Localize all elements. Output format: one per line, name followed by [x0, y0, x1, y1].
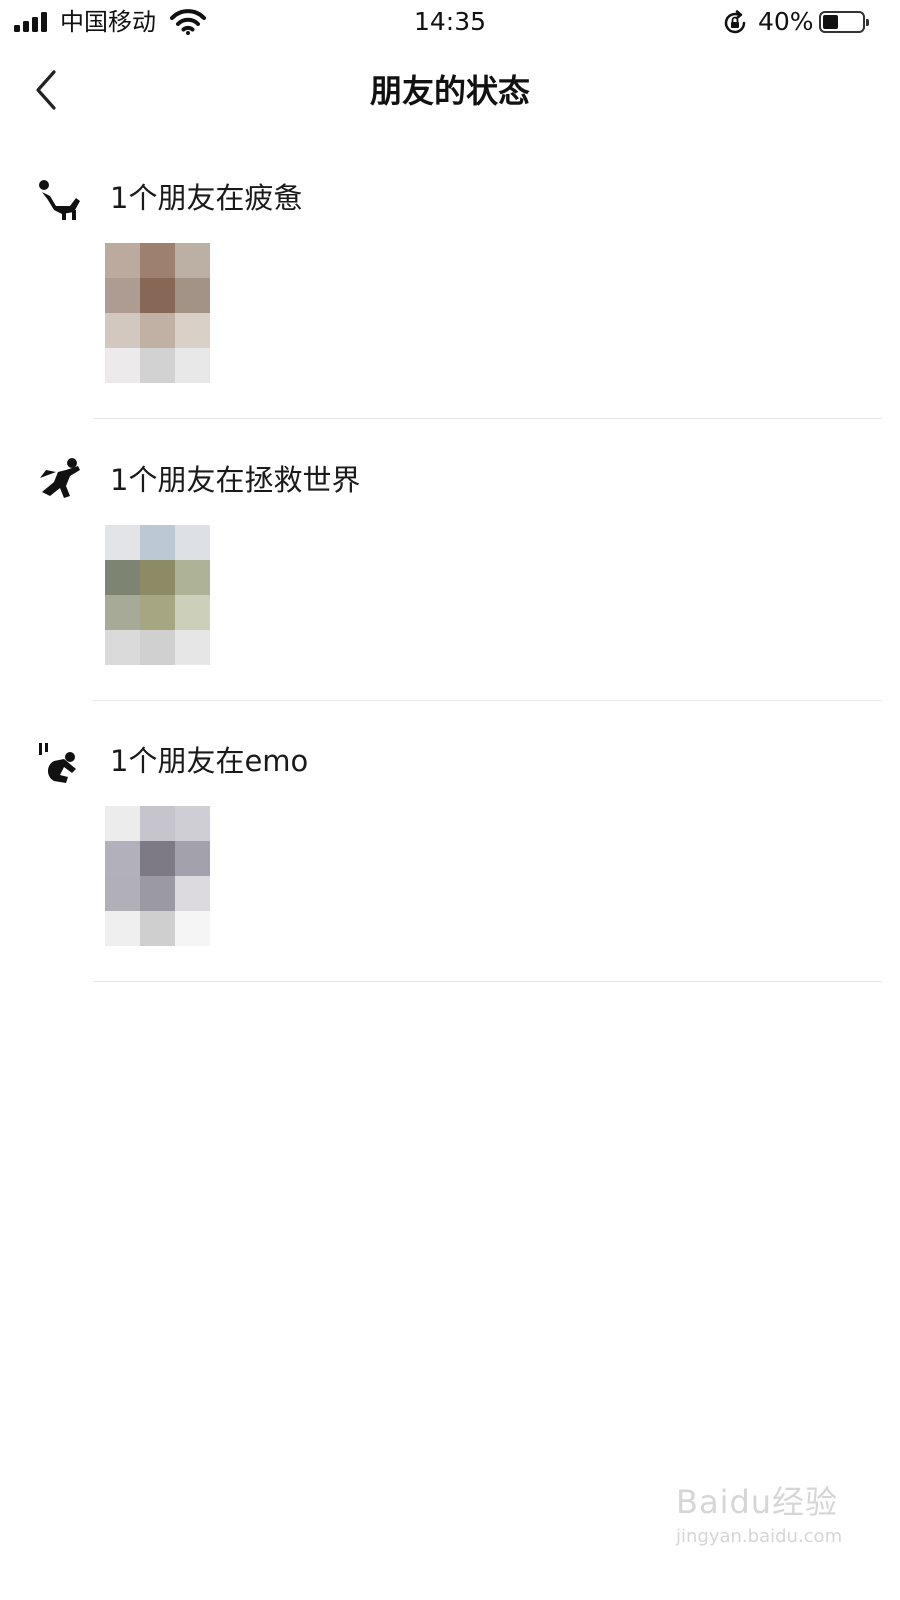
status-bar: 中国移动 14:35 40%: [0, 0, 900, 46]
baidu-watermark: Baidu经验 jingyan.baidu.com: [676, 1476, 846, 1556]
superhero-icon: [40, 458, 80, 498]
status-section-emo: 1个朋友在emo: [0, 733, 900, 983]
battery-percent: 40%: [758, 7, 814, 36]
tired-person-icon: [39, 180, 80, 220]
divider: [93, 981, 882, 982]
rotation-lock-icon: [724, 10, 746, 34]
battery-icon: [819, 11, 869, 33]
battery-level: [823, 15, 838, 29]
watermark-url: jingyan.baidu.com: [676, 1526, 843, 1547]
page: 中国移动 14:35 40% 朋友的状态 1个朋友在疲惫 1个朋友在拯救世界 1…: [0, 0, 900, 1600]
status-section-tired: 1个朋友在疲惫: [0, 170, 900, 420]
section-title: 1个朋友在拯救世界: [110, 463, 361, 497]
status-section-saving-world: 1个朋友在拯救世界: [0, 452, 900, 702]
emo-person-icon: [39, 743, 76, 783]
divider: [93, 700, 882, 701]
section-title: 1个朋友在疲惫: [110, 181, 303, 215]
friend-avatar[interactable]: [105, 806, 210, 946]
nav-bar: 朋友的状态: [0, 56, 900, 126]
friend-avatar[interactable]: [105, 525, 210, 665]
page-title: 朋友的状态: [369, 72, 530, 110]
watermark-logo: Baidu经验: [676, 1483, 839, 1521]
friend-avatar[interactable]: [105, 243, 210, 383]
section-title: 1个朋友在emo: [110, 744, 309, 778]
divider: [93, 418, 882, 419]
